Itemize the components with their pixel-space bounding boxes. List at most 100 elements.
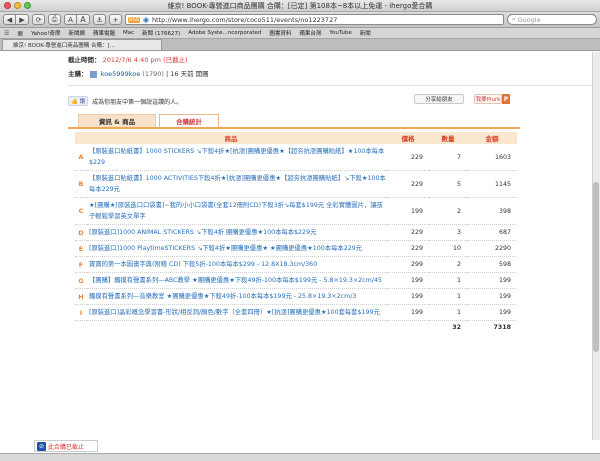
row-amount: 199 bbox=[467, 272, 517, 289]
row-price: 299 bbox=[387, 256, 429, 273]
font-smaller-button[interactable]: A bbox=[64, 14, 77, 25]
header-price: 價格 bbox=[387, 132, 429, 144]
browser-tab-bar: 維京! BOOK-專營進口商品團購 合購：[... bbox=[0, 39, 600, 51]
product-link[interactable]: 寶寶的第一本圖畫字典(附贈 CD) 下殺5折-100本每本$299 - 12.8… bbox=[87, 256, 387, 273]
row-qty: 7 bbox=[429, 144, 467, 171]
status-bar bbox=[0, 453, 600, 461]
share-button[interactable]: 分享給朋友 bbox=[414, 94, 464, 104]
product-link[interactable]: [原裝進口]晶彩概念學習書-形狀/相反詞/顏色/數字（全套四冊）★[抗漲]團購更… bbox=[87, 304, 387, 321]
avatar bbox=[89, 70, 97, 78]
row-letter: H bbox=[75, 288, 87, 305]
bookmark-item[interactable]: 新聞 (176627) bbox=[142, 29, 180, 37]
browser-toolbar: ◀ ▶ ⟳ ⎙ A A ⚓ + RSS ◉ http://www.ihergo.… bbox=[0, 12, 600, 28]
reload-button[interactable]: ⟳ bbox=[32, 14, 45, 25]
bookmark-item[interactable]: 蘋果電腦 bbox=[93, 29, 115, 37]
bookmark-item[interactable]: Adobe Syste...ncorporated bbox=[188, 30, 261, 36]
rss-icon[interactable]: RSS bbox=[128, 16, 140, 23]
row-amount: 1145 bbox=[467, 170, 517, 198]
table-row: G 【團購】觸摸有聲書系列—ABC教學 ★團購更優惠★下殺49折-100本每本$… bbox=[75, 272, 517, 289]
deadline-value: 2012/7/6 bbox=[102, 56, 132, 64]
row-price: 199 bbox=[387, 197, 429, 225]
top-sites-icon[interactable]: ▦ bbox=[17, 30, 23, 37]
divider bbox=[68, 85, 600, 86]
closed-status-banner: ⊘ 此合購已截止 bbox=[34, 440, 98, 452]
font-size-buttons: A A bbox=[64, 14, 90, 25]
like-button[interactable]: 👍 讚 bbox=[68, 96, 89, 106]
forward-button[interactable]: ▶ bbox=[16, 14, 29, 25]
site-favicon-icon: ◉ bbox=[142, 15, 149, 24]
back-button[interactable]: ◀ bbox=[3, 14, 16, 25]
header-qty: 數量 bbox=[429, 132, 467, 144]
bookmark-item[interactable]: Mac bbox=[123, 30, 134, 36]
bookmark-item[interactable]: 新聞網 bbox=[68, 29, 85, 37]
row-qty: 1 bbox=[429, 288, 467, 305]
row-letter: A bbox=[75, 144, 87, 171]
row-amount: 1603 bbox=[467, 144, 517, 171]
deadline-time: 4:40 pm bbox=[133, 56, 161, 64]
tab-underline bbox=[68, 127, 520, 129]
like-text: 成為你朋友中第一個說這讚的人。 bbox=[92, 98, 183, 106]
deadline-label: 截止時間： bbox=[68, 56, 101, 64]
product-link[interactable]: 觸摸有聲書系列—音樂教室 ★團購更優惠★下殺49折-100本每本$199元 - … bbox=[87, 288, 387, 305]
vertical-scrollbar[interactable] bbox=[592, 52, 600, 440]
print-button[interactable]: ⎙ bbox=[48, 14, 61, 25]
browser-window: 維京! BOOK-專營進口商品團購 合購：[已定] 第108本~8本以上免運 -… bbox=[0, 0, 600, 461]
plurk-button[interactable]: 我要Plurk bbox=[474, 94, 502, 104]
host-time: | 16 天前 開團 bbox=[166, 70, 209, 78]
browser-tab[interactable]: 維京! BOOK-專營進口商品團購 合購：[... bbox=[2, 39, 162, 50]
table-row: F 寶寶的第一本圖畫字典(附贈 CD) 下殺5折-100本每本$299 - 12… bbox=[75, 256, 517, 273]
url-text: http://www.ihergo.com/store/coco511/even… bbox=[151, 15, 338, 24]
row-price: 199 bbox=[387, 272, 429, 289]
bookmark-item[interactable]: 新聞 bbox=[360, 29, 371, 37]
bookmarks-bar: ☰ ▦ Yahoo!奇摩 新聞網 蘋果電腦 Mac 新聞 (176627) Ad… bbox=[0, 28, 600, 39]
bookmark-item[interactable]: Yahoo!奇摩 bbox=[31, 29, 60, 37]
font-bigger-button[interactable]: A bbox=[77, 14, 90, 25]
row-amount: 199 bbox=[467, 288, 517, 305]
row-qty: 1 bbox=[429, 272, 467, 289]
search-input[interactable]: ⌕ Google bbox=[507, 14, 597, 25]
add-bookmark-button[interactable]: + bbox=[109, 14, 122, 25]
product-link[interactable]: [原裝進口]1000 PlaytimeSTICKERS ↘下殺4折★團購更優惠★… bbox=[87, 240, 387, 257]
bookmark-item[interactable]: 蘋果台灣 bbox=[299, 29, 321, 37]
header-item: 商品 bbox=[75, 132, 387, 144]
bookmark-item[interactable]: YouTube bbox=[329, 30, 351, 36]
address-bar[interactable]: RSS ◉ http://www.ihergo.com/store/coco51… bbox=[125, 14, 504, 25]
row-price: 229 bbox=[387, 144, 429, 171]
product-link[interactable]: 【團購】觸摸有聲書系列—ABC教學 ★團購更優惠★下殺49折-100本每本$19… bbox=[87, 272, 387, 289]
row-qty: 2 bbox=[429, 256, 467, 273]
plurk-icon[interactable]: P bbox=[502, 94, 510, 104]
row-qty: 5 bbox=[429, 170, 467, 198]
table-row: B 【原裝進口貼紙書】1000 ACTIVITIES下殺4折★[抗漲]團購更優惠… bbox=[75, 170, 517, 198]
row-qty: 2 bbox=[429, 197, 467, 225]
row-amount: 398 bbox=[467, 197, 517, 225]
product-link[interactable]: [原裝進口]1000 ANIMAL STICKERS ↘下殺4折 團購更優惠★1… bbox=[87, 224, 387, 241]
total-row: 32 7318 bbox=[75, 321, 517, 335]
row-qty: 1 bbox=[429, 304, 467, 321]
order-stats-table: 商品 價格 數量 金額 A 【原裝進口貼紙書】1000 STICKERS ↘下殺… bbox=[75, 132, 517, 335]
host-name-link[interactable]: koe5999koe bbox=[101, 70, 141, 78]
tab-group-stats[interactable]: 合購統計 bbox=[159, 114, 219, 127]
table-row: A 【原裝進口貼紙書】1000 STICKERS ↘下殺4折★[抗漲]團購更優惠… bbox=[75, 144, 517, 171]
product-link[interactable]: 【原裝進口貼紙書】1000 ACTIVITIES下殺4折★[抗漲]團購更優惠★【… bbox=[87, 170, 387, 198]
tab-info-products[interactable]: 資訊 & 商品 bbox=[78, 114, 156, 127]
search-icon: ⌕ bbox=[512, 15, 516, 23]
search-placeholder: Google bbox=[517, 15, 541, 24]
show-all-bookmarks-icon[interactable]: ☰ bbox=[4, 30, 9, 37]
product-link[interactable]: 【原裝進口貼紙書】1000 STICKERS ↘下殺4折★[抗漲]團購更優惠★【… bbox=[87, 144, 387, 171]
total-amount: 7318 bbox=[493, 324, 511, 332]
bookmark-icon[interactable]: ⚓ bbox=[93, 14, 106, 25]
product-link[interactable]: ★[團購★[原裝進口口袋書]~我的小小口袋書(全套12冊附CD)下殺3折↘每套$… bbox=[87, 197, 387, 225]
closed-icon: ⊘ bbox=[37, 441, 46, 451]
row-letter: B bbox=[75, 170, 87, 198]
total-spacer bbox=[75, 321, 429, 335]
row-qty: 10 bbox=[429, 240, 467, 257]
row-price: 199 bbox=[387, 304, 429, 321]
bookmark-item[interactable]: 圖書資料 bbox=[269, 29, 291, 37]
row-price: 199 bbox=[387, 288, 429, 305]
row-letter: F bbox=[75, 256, 87, 273]
row-letter: I bbox=[75, 304, 87, 321]
host-line: 主購： koe5999koe (1790) | 16 天前 開團 bbox=[68, 68, 209, 78]
row-letter: C bbox=[75, 197, 87, 225]
facebook-like: 👍 讚 成為你朋友中第一個說這讚的人。 bbox=[68, 96, 182, 106]
scrollbar-thumb[interactable] bbox=[593, 182, 599, 352]
